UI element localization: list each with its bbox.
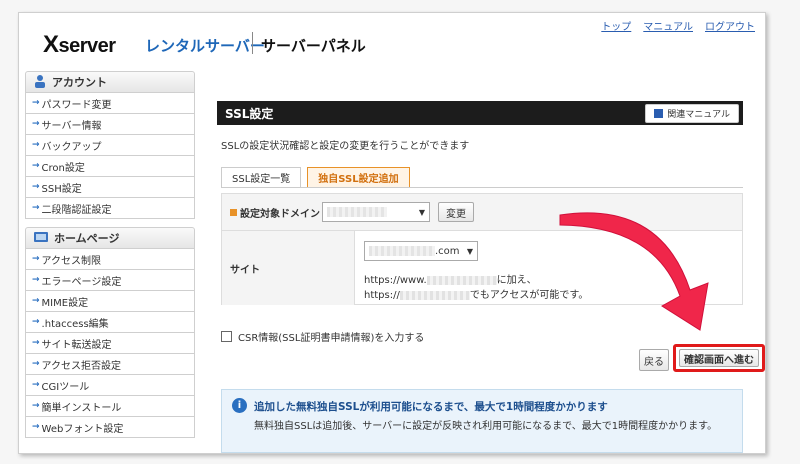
sidebar-item-2fa[interactable]: → 二段階認証設定 (26, 198, 194, 219)
page-description: SSLの設定状況確認と設定の変更を行うことができます (221, 141, 470, 152)
arrow-icon: → (32, 317, 40, 327)
homepage-icon (34, 231, 48, 246)
site-row: サイト .com ▼ https://www. に加え、 https://でもアク… (222, 231, 742, 305)
sidebar-item-htaccess[interactable]: → .htaccess編集 (26, 312, 194, 333)
manual-link[interactable]: マニュアル (643, 18, 693, 33)
redacted-host (426, 275, 497, 285)
header: Xserver レンタルサーバー サーバーパネル トップ マニュアル ログアウト (19, 13, 765, 73)
sidebar-item-cgi[interactable]: → CGIツール (26, 375, 194, 396)
site-info-text: https://www. に加え、 https://でもアクセスが可能です。 (364, 275, 589, 301)
domain-label: 設定対象ドメイン (230, 205, 320, 220)
sidebar-item-password[interactable]: → パスワード変更 (26, 93, 194, 114)
book-icon (654, 109, 664, 118)
redacted-host (399, 290, 470, 300)
arrow-icon: → (32, 380, 40, 390)
arrow-icon: → (32, 98, 40, 108)
top-links: トップ マニュアル ログアウト (601, 18, 755, 33)
domain-select[interactable]: ▼ (322, 202, 430, 222)
sidebar-item-easy-install[interactable]: → 簡単インストール (26, 396, 194, 417)
app-window: Xserver レンタルサーバー サーバーパネル トップ マニュアル ログアウト… (18, 12, 766, 454)
arrow-icon: → (32, 161, 40, 171)
sidebar-heading-homepage: ホームページ (25, 227, 195, 249)
site-label: サイト (230, 265, 260, 276)
sidebar-list-homepage: → アクセス制限 → エラーページ設定 → MIME設定 → .htaccess編集 →… (25, 249, 195, 438)
top-link[interactable]: トップ (601, 18, 631, 33)
sidebar-heading-account: アカウント (25, 71, 195, 93)
arrow-icon: → (32, 296, 40, 306)
sidebar-item-backup[interactable]: → バックアップ (26, 135, 194, 156)
redacted-site (369, 246, 435, 256)
panel-title: サーバーパネル (261, 37, 366, 55)
sidebar-item-cron[interactable]: → Cron設定 (26, 156, 194, 177)
csr-checkbox[interactable] (221, 331, 232, 342)
sidebar-item-ssh[interactable]: → SSH設定 (26, 177, 194, 198)
bullet-icon (230, 209, 237, 216)
sidebar-item-access-limit[interactable]: → アクセス制限 (26, 249, 194, 270)
arrow-icon: → (32, 359, 40, 369)
main-content: SSL設定 関連マニュアル SSLの設定状況確認と設定の変更を行うことができます… (201, 71, 765, 453)
arrow-icon: → (32, 338, 40, 348)
sidebar-item-redirect[interactable]: → サイト転送設定 (26, 333, 194, 354)
user-icon (34, 74, 46, 91)
change-button[interactable]: 変更 (438, 202, 474, 222)
tab-bar: SSL設定一覧 独自SSL設定追加 (221, 167, 410, 187)
sidebar-item-access-deny[interactable]: → アクセス拒否設定 (26, 354, 194, 375)
logo-subtitle: レンタルサーバー (145, 37, 265, 55)
arrow-icon: → (32, 401, 40, 411)
xserver-logo: Xserver (43, 31, 116, 58)
back-button[interactable]: 戻る (639, 349, 669, 371)
site-label-cell: サイト (222, 231, 355, 305)
confirm-highlight: 確認画面へ進む (673, 344, 765, 372)
sidebar-item-webfont[interactable]: → Webフォント設定 (26, 417, 194, 438)
caret-down-icon: ▼ (466, 246, 473, 256)
csr-label: CSR情報(SSL証明書申請情報)を入力する (238, 333, 425, 344)
logo-divider (252, 32, 253, 54)
sidebar-item-server-info[interactable]: → サーバー情報 (26, 114, 194, 135)
page-title: SSL設定 (225, 106, 274, 121)
confirm-button[interactable]: 確認画面へ進む (679, 349, 759, 367)
tab-ssl-add[interactable]: 独自SSL設定追加 (307, 167, 410, 187)
info-icon: i (232, 398, 247, 413)
settings-panel: 設定対象ドメイン ▼ 変更 サイト .com ▼ https://www. に加え… (221, 193, 743, 305)
sidebar: アカウント → パスワード変更 → サーバー情報 → バックアップ → Cron設定 →… (25, 71, 195, 453)
arrow-icon: → (32, 254, 40, 264)
notice-body: 無料独自SSLは追加後、サーバーに設定が反映され利用可能になるまで、最大で1時間… (254, 421, 718, 432)
redacted-domain (327, 207, 387, 217)
tab-ssl-list[interactable]: SSL設定一覧 (221, 167, 302, 187)
arrow-icon: → (32, 119, 40, 129)
arrow-icon: → (32, 422, 40, 432)
info-notice: i 追加した無料独自SSLが利用可能になるまで、最大で1時間程度かかります 無料… (221, 389, 743, 453)
section-titlebar: SSL設定 関連マニュアル (217, 101, 743, 125)
caret-down-icon: ▼ (418, 207, 425, 217)
site-select[interactable]: .com ▼ (364, 241, 478, 261)
csr-option: CSR情報(SSL証明書申請情報)を入力する (221, 329, 424, 344)
arrow-icon: → (32, 275, 40, 285)
arrow-icon: → (32, 182, 40, 192)
sidebar-item-mime[interactable]: → MIME設定 (26, 291, 194, 312)
sidebar-item-error-page[interactable]: → エラーページ設定 (26, 270, 194, 291)
logout-link[interactable]: ログアウト (705, 18, 755, 33)
notice-title: 追加した無料独自SSLが利用可能になるまで、最大で1時間程度かかります (254, 401, 608, 413)
domain-row: 設定対象ドメイン ▼ 変更 (222, 194, 742, 231)
sidebar-list-account: → パスワード変更 → サーバー情報 → バックアップ → Cron設定 → SSH設定 … (25, 93, 195, 219)
related-manual-button[interactable]: 関連マニュアル (645, 104, 739, 123)
tab-underline (221, 187, 743, 188)
arrow-icon: → (32, 140, 40, 150)
arrow-icon: → (32, 203, 40, 213)
